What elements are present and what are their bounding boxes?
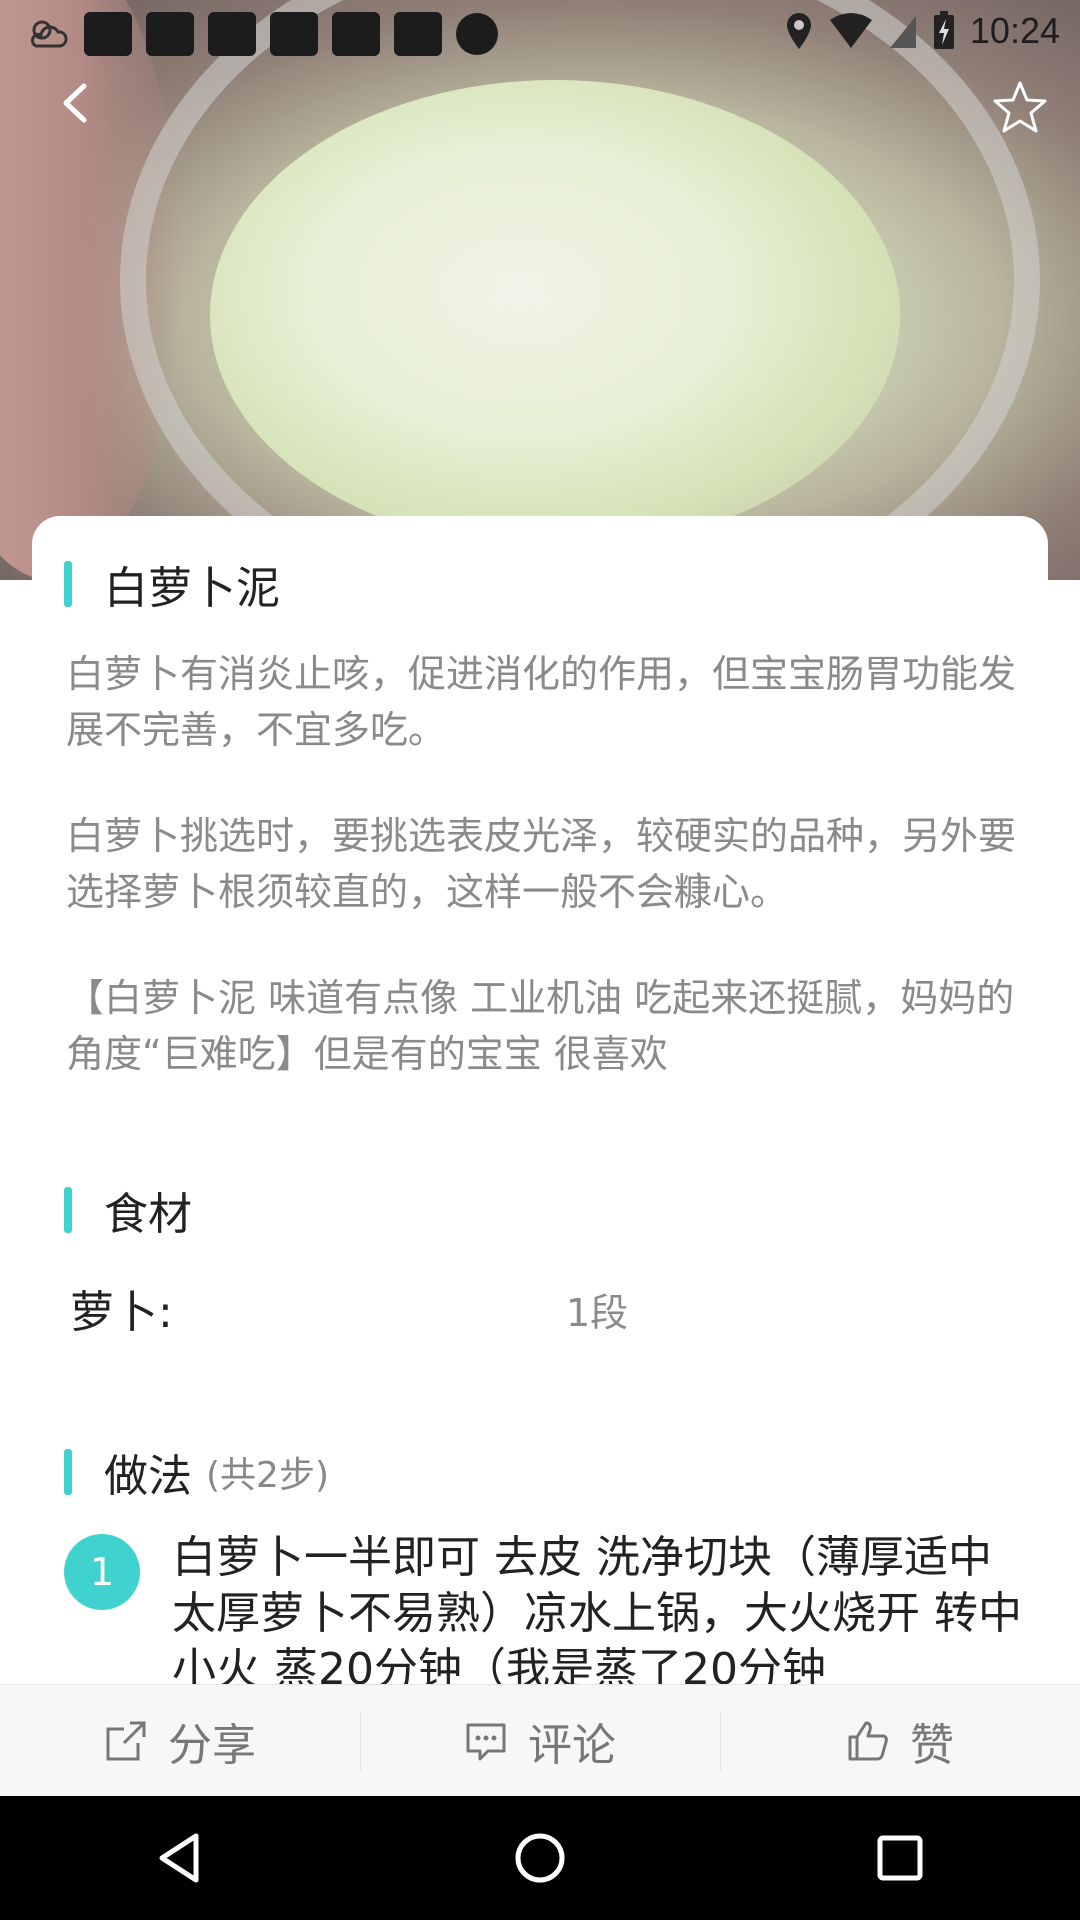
wifi-icon xyxy=(829,13,872,48)
nav-recents-icon[interactable] xyxy=(870,1828,930,1888)
location-icon xyxy=(786,13,811,49)
weather-icon xyxy=(30,20,68,48)
steps-title: 做法 xyxy=(104,1452,192,1501)
share-button[interactable]: 分享 xyxy=(0,1685,360,1797)
steps-count: (共2步) xyxy=(206,1455,329,1496)
comment-button[interactable]: 评论 xyxy=(360,1685,720,1797)
notification-icon xyxy=(332,12,380,56)
bottom-action-bar: 分享 评论 赞 xyxy=(0,1684,1080,1797)
notification-icon xyxy=(84,12,132,56)
status-time: 10:24 xyxy=(969,10,1060,51)
notification-icon xyxy=(394,12,442,56)
recipe-desc-paragraph: 白萝卜挑选时，要挑选表皮光泽，较硬实的品种，另外要选择萝卜根须较直的，这样一般不… xyxy=(66,814,1017,914)
system-nav-bar xyxy=(0,1796,1080,1920)
like-button[interactable]: 赞 xyxy=(720,1685,1080,1797)
comment-icon xyxy=(466,1723,506,1761)
share-icon xyxy=(106,1721,146,1761)
recipe-desc-paragraph: 【白萝卜泥 味道有点像 工业机油 吃起来还挺腻，妈妈的角度“巨难吃】但是有的宝宝… xyxy=(66,976,1015,1076)
ingredients-title: 食材 xyxy=(104,1190,192,1239)
notification-icon xyxy=(270,12,318,56)
recipe-title-header: 白萝卜泥 xyxy=(64,552,280,616)
signal-icon xyxy=(889,16,916,48)
favorite-star-icon[interactable] xyxy=(990,78,1050,138)
notification-icon xyxy=(146,12,194,56)
status-notifications xyxy=(26,12,498,56)
ingredient-name: 萝卜: xyxy=(70,1287,173,1338)
steps-header: 做法 (共2步) xyxy=(64,1440,329,1504)
recipe-hero-image xyxy=(0,0,1080,580)
status-system: 10:24 xyxy=(784,10,1060,52)
thumbs-up-icon xyxy=(848,1721,888,1761)
ingredient-qty: 1段 xyxy=(566,1291,629,1335)
recipe-desc-paragraph: 白萝卜有消炎止咳，促进消化的作用，但宝宝肠胃功能发展不完善，不宜多吃。 xyxy=(66,652,1017,752)
accent-bar xyxy=(64,561,72,607)
accent-bar xyxy=(64,1449,72,1495)
battery-charging-icon xyxy=(933,11,954,49)
notification-dot-icon xyxy=(456,13,498,55)
like-label: 赞 xyxy=(910,1720,954,1771)
comment-label: 评论 xyxy=(528,1720,616,1771)
back-button[interactable] xyxy=(52,78,102,128)
step-number-badge: 1 xyxy=(64,1534,140,1610)
share-label: 分享 xyxy=(168,1720,256,1771)
nav-back-icon[interactable] xyxy=(150,1828,210,1888)
notification-icon xyxy=(208,12,256,56)
recipe-title: 白萝卜泥 xyxy=(104,564,280,613)
ingredients-header: 食材 xyxy=(64,1178,192,1242)
nav-home-icon[interactable] xyxy=(510,1828,570,1888)
recipe-content-card: 白萝卜泥 白萝卜有消炎止咳，促进消化的作用，但宝宝肠胃功能发展不完善，不宜多吃。… xyxy=(32,516,1048,1695)
step-text: 白萝卜一半即可 去皮 洗净切块（薄厚适中 太厚萝卜不易熟）凉水上锅，大火烧开 转… xyxy=(172,1532,1022,1695)
status-bar: 10:24 xyxy=(0,0,1080,64)
accent-bar xyxy=(64,1187,72,1233)
puree-shape xyxy=(210,80,900,550)
